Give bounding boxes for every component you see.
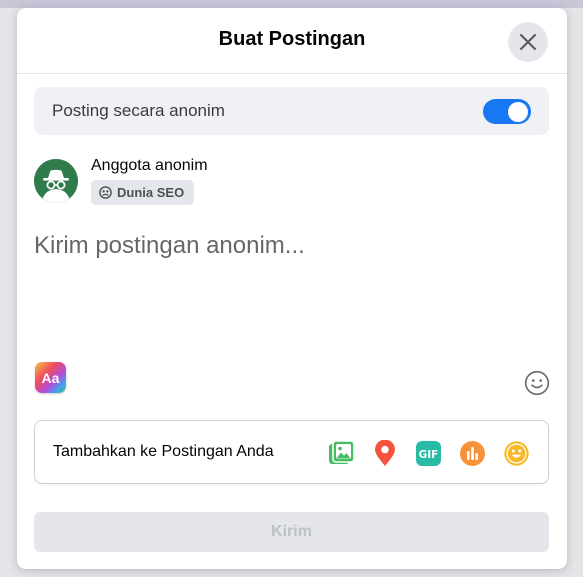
anonymous-post-label: Posting secara anonim bbox=[52, 101, 225, 120]
feeling-icon bbox=[503, 440, 529, 466]
emoji-button[interactable] bbox=[524, 370, 550, 396]
location-icon bbox=[375, 439, 395, 466]
dialog-title: Buat Postingan bbox=[218, 28, 366, 50]
gif-button[interactable]: GIF bbox=[414, 439, 442, 467]
location-button[interactable] bbox=[371, 439, 399, 467]
gif-icon: GIF bbox=[415, 440, 441, 466]
emoji-icon bbox=[524, 370, 550, 396]
close-button[interactable] bbox=[508, 22, 548, 62]
submit-post-label: Kirim bbox=[271, 523, 312, 540]
backdrop-top bbox=[0, 0, 583, 8]
poll-button[interactable] bbox=[458, 439, 486, 467]
close-icon bbox=[519, 33, 537, 51]
author-name: Anggota anonim bbox=[91, 157, 208, 174]
add-to-post-box: Tambahkan ke Postingan Anda GIF bbox=[34, 420, 549, 484]
dialog-header: Buat Postingan bbox=[17, 8, 567, 74]
group-icon bbox=[99, 186, 112, 199]
submit-post-button[interactable]: Kirim bbox=[34, 512, 549, 552]
anonymous-toggle[interactable] bbox=[483, 99, 531, 124]
group-audience-chip[interactable]: Dunia SEO bbox=[91, 180, 195, 205]
anonymous-post-row: Posting secara anonim bbox=[34, 87, 549, 135]
incognito-icon bbox=[34, 159, 78, 203]
text-format-button[interactable]: Aa bbox=[35, 362, 66, 393]
create-post-dialog: Buat Postingan Posting secara anonim Ang… bbox=[17, 8, 567, 569]
gif-label: GIF bbox=[418, 449, 438, 461]
feeling-button[interactable] bbox=[502, 439, 530, 467]
post-composer-input[interactable] bbox=[34, 226, 549, 266]
avatar bbox=[34, 159, 78, 203]
add-to-post-label: Tambahkan ke Postingan Anda bbox=[53, 443, 274, 460]
poll-icon bbox=[459, 440, 485, 466]
group-name: Dunia SEO bbox=[117, 185, 185, 200]
toggle-knob bbox=[508, 101, 528, 122]
text-format-icon: Aa bbox=[41, 369, 60, 386]
photo-video-icon bbox=[328, 440, 355, 464]
photo-video-button[interactable] bbox=[327, 439, 355, 467]
